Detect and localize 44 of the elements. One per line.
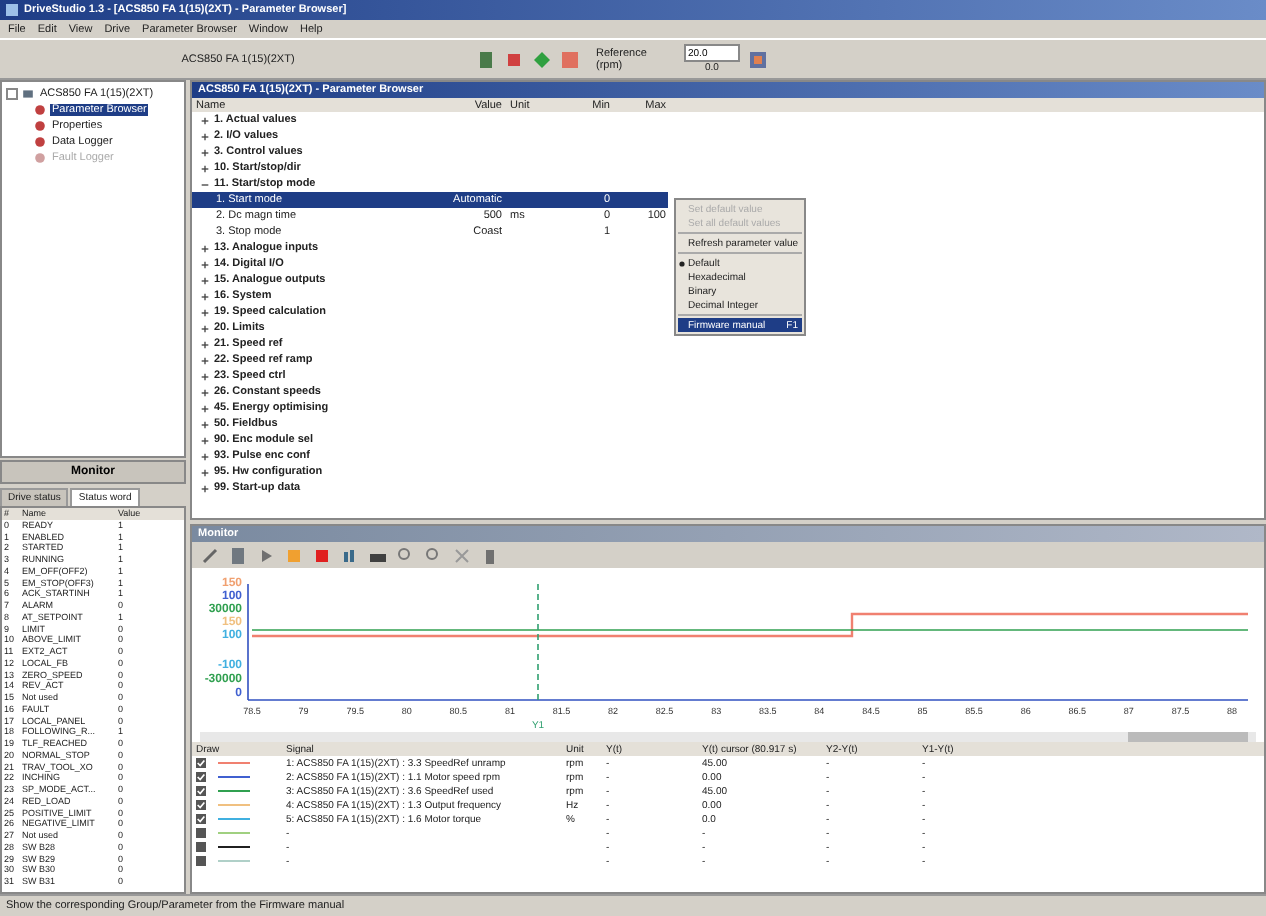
checkbox[interactable] xyxy=(196,758,206,768)
start-icon[interactable] xyxy=(532,49,552,69)
app-icon xyxy=(6,4,18,16)
trash-icon[interactable] xyxy=(480,545,500,565)
chart-icon[interactable] xyxy=(340,545,360,565)
checkbox[interactable] xyxy=(196,800,206,810)
node-icon xyxy=(34,152,46,164)
expander-icon[interactable] xyxy=(200,115,210,125)
node-icon xyxy=(34,120,46,132)
record-icon[interactable] xyxy=(312,545,332,565)
collapse-icon[interactable] xyxy=(6,88,18,100)
expander-icon[interactable] xyxy=(200,243,210,253)
checkbox[interactable] xyxy=(196,828,206,838)
expander-icon[interactable] xyxy=(200,419,210,429)
expander-icon[interactable] xyxy=(200,259,210,269)
expander-icon[interactable] xyxy=(200,371,210,381)
expander-icon[interactable] xyxy=(200,179,210,189)
expander-icon[interactable] xyxy=(200,163,210,173)
node-icon xyxy=(34,104,46,116)
expander-icon[interactable] xyxy=(200,275,210,285)
expander-icon[interactable] xyxy=(200,403,210,413)
expander-icon[interactable] xyxy=(200,147,210,157)
checkbox[interactable] xyxy=(196,842,206,852)
cursor-line xyxy=(537,583,539,701)
pen-icon[interactable] xyxy=(200,545,220,565)
expander-icon[interactable] xyxy=(200,291,210,301)
scrollbar[interactable] xyxy=(200,732,1256,742)
checkbox[interactable] xyxy=(196,786,206,796)
node-icon xyxy=(34,136,46,148)
y-axis xyxy=(247,583,249,701)
expander-icon[interactable] xyxy=(200,323,210,333)
expander-icon[interactable] xyxy=(200,483,210,493)
apply-icon[interactable] xyxy=(748,49,768,69)
expander-icon[interactable] xyxy=(200,435,210,445)
expander-icon[interactable] xyxy=(200,307,210,317)
expander-icon[interactable] xyxy=(200,467,210,477)
expander-icon[interactable] xyxy=(200,339,210,349)
expander-icon[interactable] xyxy=(200,131,210,141)
checkbox[interactable] xyxy=(196,814,206,824)
expander-icon[interactable] xyxy=(200,355,210,365)
expander-icon[interactable] xyxy=(200,451,210,461)
checkbox[interactable] xyxy=(196,856,206,866)
expander-icon[interactable] xyxy=(200,387,210,397)
checkbox[interactable] xyxy=(196,772,206,782)
